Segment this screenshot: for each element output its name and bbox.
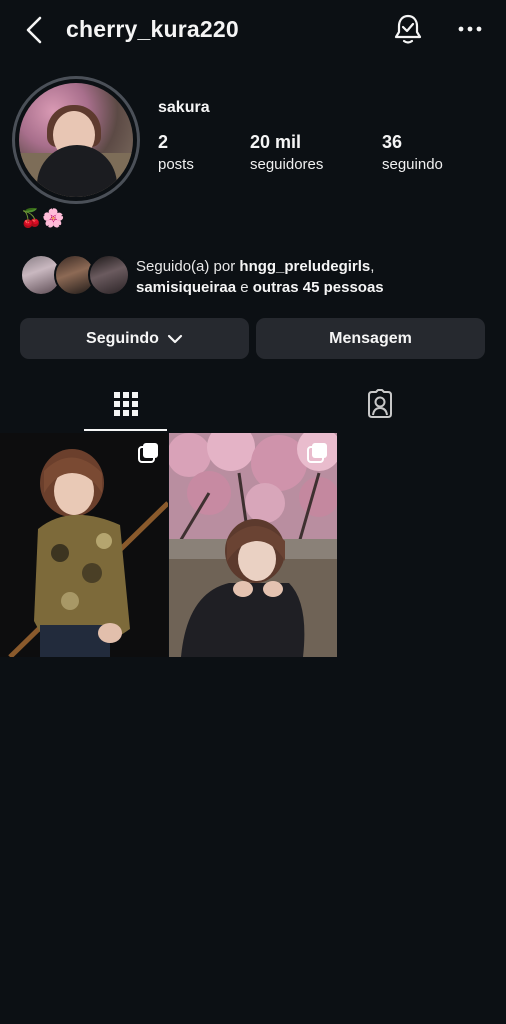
more-horizontal-icon[interactable] xyxy=(456,18,484,40)
followed-by-row[interactable]: Seguido(a) por hngg_preludegirls, samisi… xyxy=(20,254,490,298)
stat-following-value: 36 xyxy=(382,132,403,152)
following-button[interactable]: Seguindo xyxy=(20,318,249,359)
bell-check-icon[interactable] xyxy=(393,12,423,46)
followed-by-user: samisiqueiraa xyxy=(136,279,237,296)
profile-bio: 🍒🌸 xyxy=(20,208,65,228)
profile-avatar[interactable] xyxy=(12,76,140,204)
stat-posts[interactable]: 2 posts xyxy=(158,132,194,173)
grid-icon xyxy=(113,392,138,416)
avatar-photo xyxy=(19,83,133,197)
stat-followers-label: seguidores xyxy=(250,156,324,173)
followed-by-others: outras 45 pessoas xyxy=(252,279,384,296)
stat-followers[interactable]: 20 mil seguidores xyxy=(250,132,323,173)
display-name: sakura xyxy=(158,99,210,116)
message-button[interactable]: Mensagem xyxy=(256,318,485,359)
stat-followers-value: 20 mil xyxy=(250,132,302,152)
stat-following[interactable]: 36 seguindo xyxy=(382,132,443,173)
following-button-label: Seguindo xyxy=(86,329,159,347)
chevron-left-icon[interactable] xyxy=(22,14,48,46)
tab-tagged[interactable] xyxy=(338,376,421,432)
tagged-user-icon xyxy=(367,389,392,418)
post-image xyxy=(0,433,168,657)
stat-following-label: seguindo xyxy=(382,156,443,173)
post-image xyxy=(169,433,337,657)
followed-by-text: Seguido(a) por hngg_preludegirls, samisi… xyxy=(136,258,384,296)
followed-by-user: hngg_preludegirls xyxy=(239,258,371,275)
tab-posts-grid[interactable] xyxy=(84,376,167,432)
post-thumbnail[interactable] xyxy=(0,433,168,657)
stat-posts-label: posts xyxy=(158,156,194,173)
follower-avatar xyxy=(88,254,130,296)
chevron-down-icon xyxy=(167,334,183,343)
profile-username: cherry_kura220 xyxy=(66,16,239,42)
active-tab-indicator xyxy=(84,429,167,431)
top-bar: cherry_kura220 xyxy=(0,0,506,62)
stat-posts-value: 2 xyxy=(158,132,169,152)
post-thumbnail[interactable] xyxy=(169,433,337,657)
multiple-photos-icon xyxy=(307,443,327,463)
multiple-photos-icon xyxy=(138,443,158,463)
